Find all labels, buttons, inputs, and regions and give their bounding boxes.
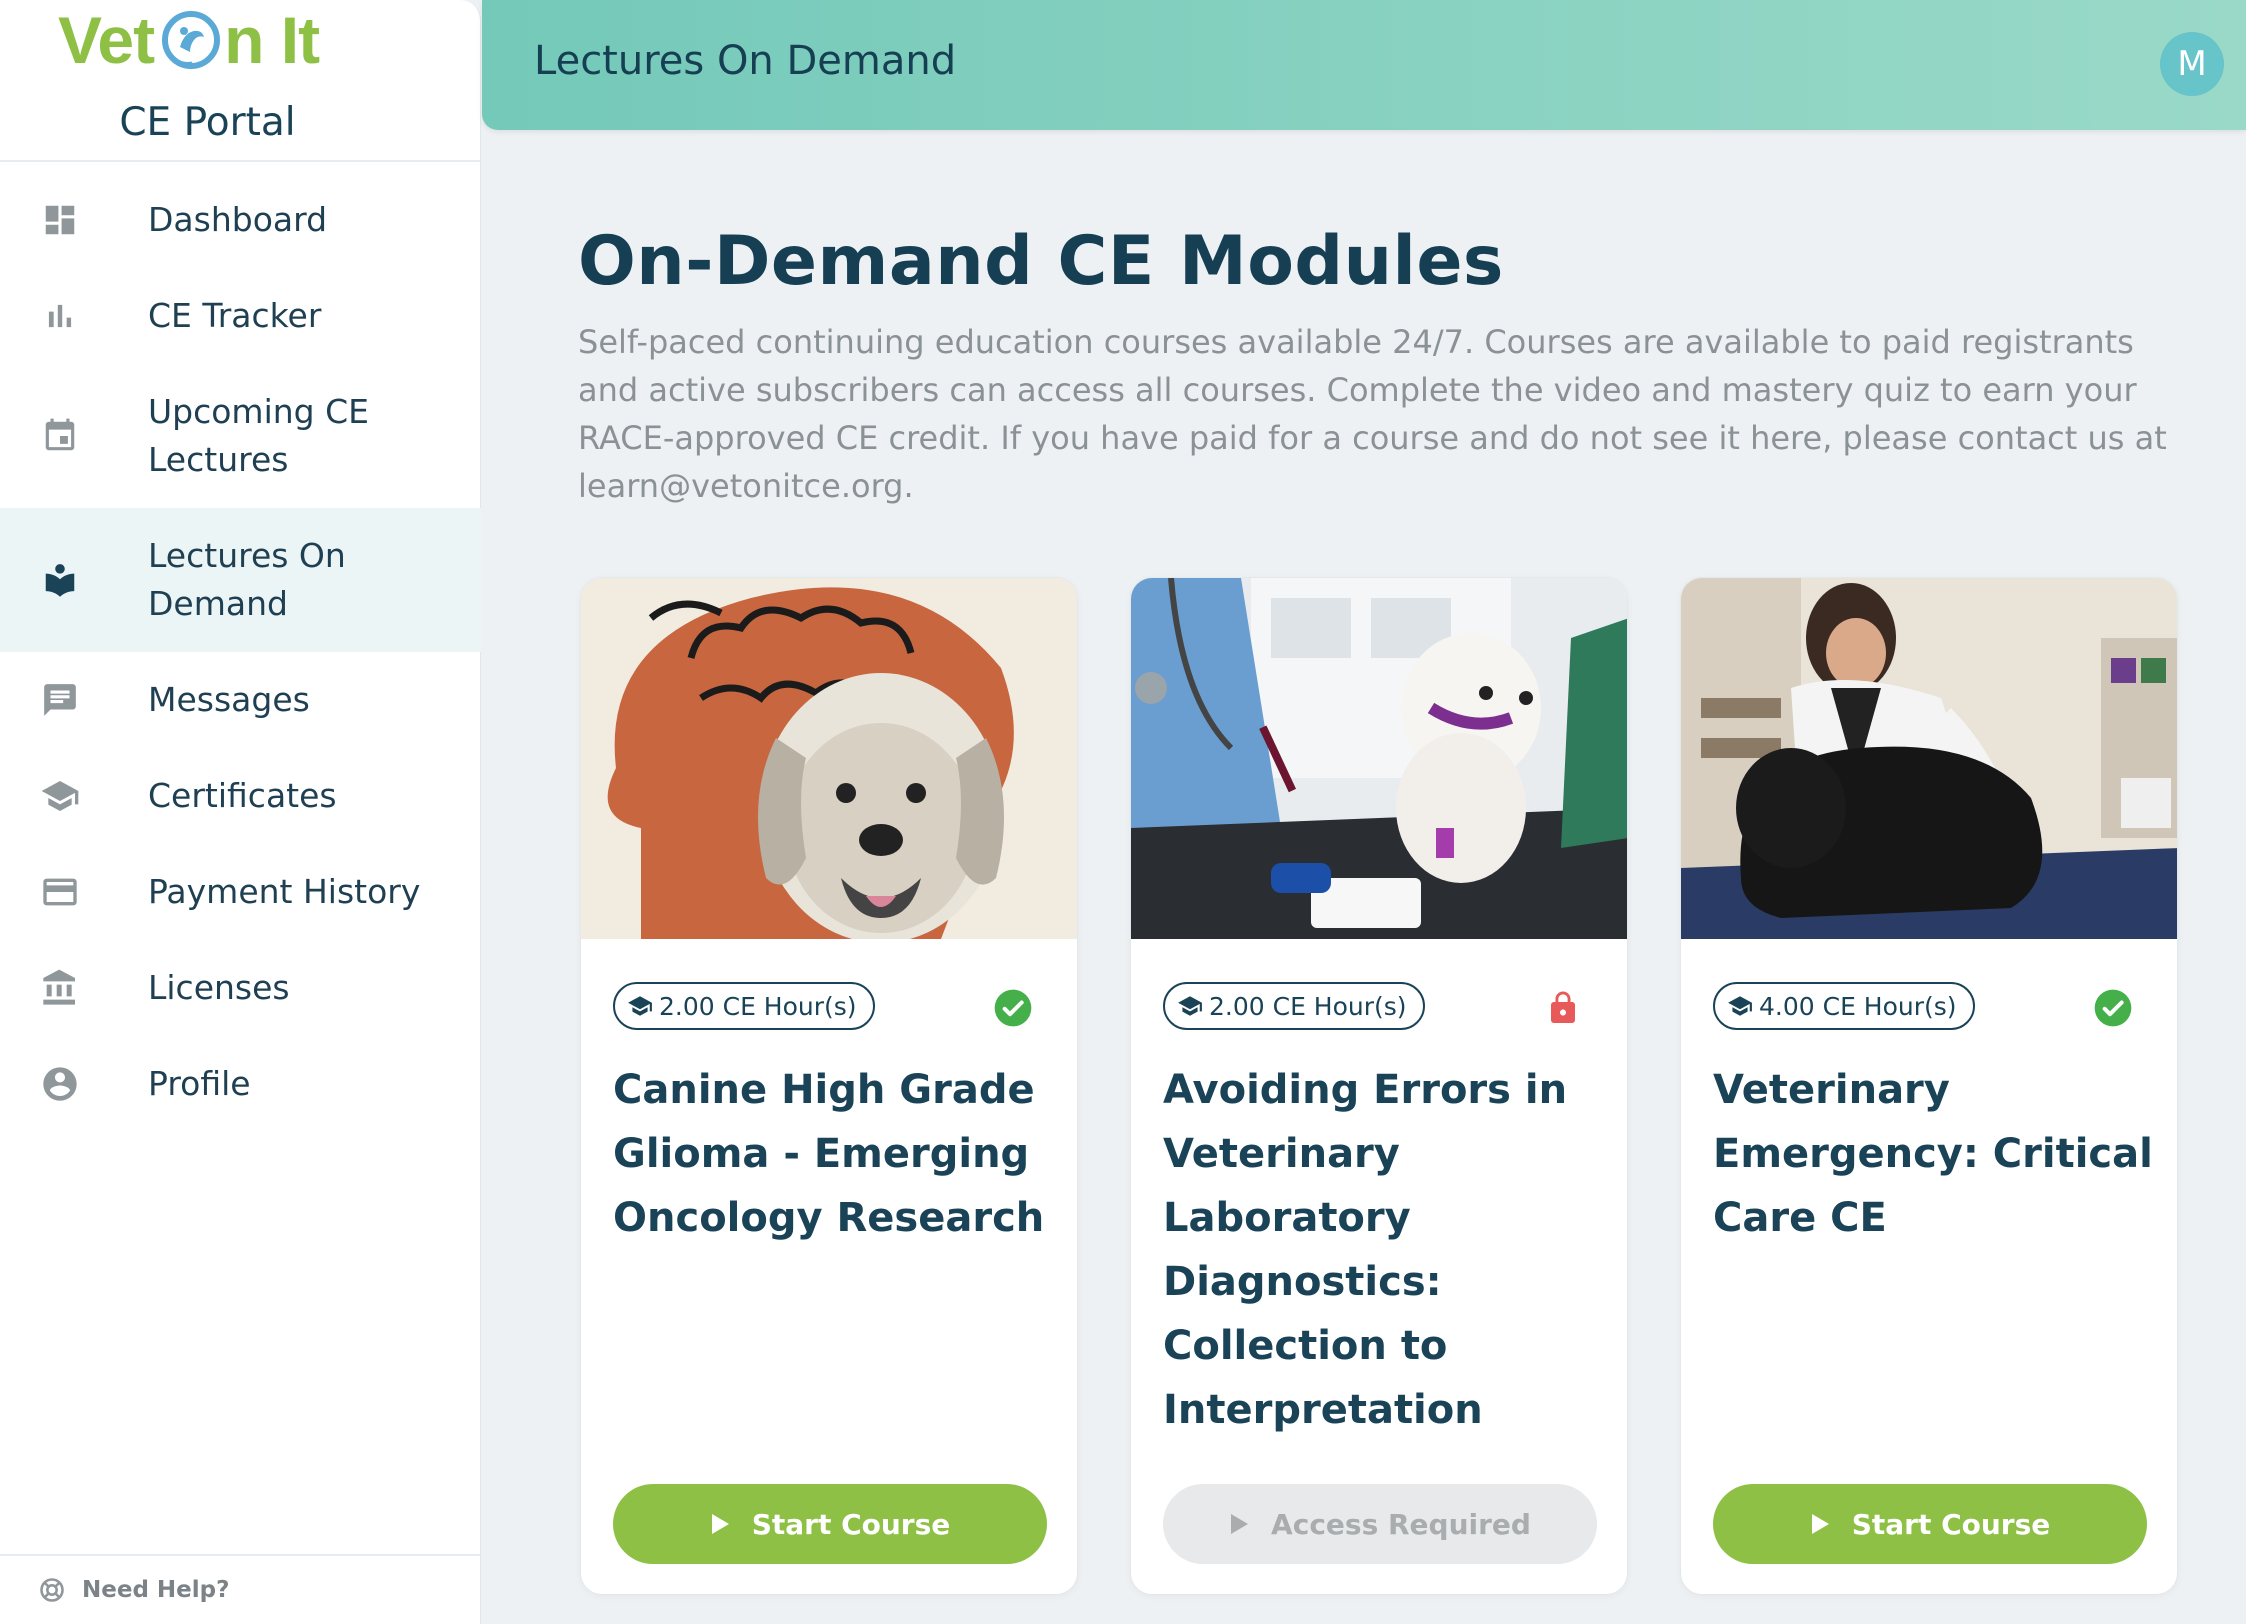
graduation-cap-icon — [40, 776, 80, 816]
sidebar-item-profile[interactable]: Profile — [0, 1036, 481, 1132]
sidebar-item-payment-history[interactable]: Payment History — [0, 844, 481, 940]
vet-on-it-logo[interactable]: Vet n It — [58, 2, 320, 78]
need-help-link[interactable]: Need Help? — [0, 1554, 480, 1624]
sidebar-item-label: Upcoming CE Lectures — [148, 392, 369, 479]
bar-chart-icon — [40, 296, 80, 336]
sidebar-item-label: Payment History — [148, 872, 421, 911]
sidebar-item-ce-tracker[interactable]: CE Tracker — [0, 268, 481, 364]
check-circle-icon — [2093, 988, 2133, 1028]
course-title: Veterinary Emergency: Critical Care CE — [1713, 1067, 2153, 1241]
sidebar-item-label: Profile — [148, 1064, 251, 1103]
account-circle-icon — [40, 1064, 80, 1104]
user-avatar[interactable]: M — [2160, 32, 2224, 96]
graduation-cap-icon — [1177, 993, 1203, 1019]
sidebar-item-messages[interactable]: Messages — [0, 652, 481, 748]
logo-text-left: Vet — [58, 3, 155, 77]
sidebar-item-label: Messages — [148, 680, 310, 719]
ce-hours-badge: 2.00 CE Hour(s) — [613, 982, 875, 1030]
course-card[interactable]: 2.00 CE Hour(s) Avoiding Errors in Veter… — [1130, 577, 1628, 1595]
sidebar-item-label: CE Tracker — [148, 296, 322, 335]
top-header: Lectures On Demand M — [482, 0, 2246, 130]
need-help-label: Need Help? — [82, 1577, 230, 1603]
play-icon — [1810, 1513, 1830, 1535]
paw-globe-icon — [160, 9, 222, 71]
calendar-icon — [40, 416, 80, 456]
lock-icon — [1543, 988, 1583, 1028]
course-card[interactable]: 4.00 CE Hour(s) Veterinary Emergency: Cr… — [1680, 577, 2178, 1595]
sidebar-item-label: Lectures On Demand — [148, 536, 346, 623]
brand-header: Vet n It CE Portal — [0, 0, 480, 162]
check-circle-icon — [993, 988, 1033, 1028]
ce-hours-label: 4.00 CE Hour(s) — [1759, 991, 1957, 1021]
start-course-button[interactable]: Start Course — [1713, 1484, 2147, 1564]
ce-hours-badge: 4.00 CE Hour(s) — [1713, 982, 1975, 1030]
sidebar-item-label: Dashboard — [148, 200, 328, 239]
start-course-label: Start Course — [1851, 1507, 2051, 1541]
course-thumbnail-glioma — [581, 578, 1077, 939]
access-required-label: Access Required — [1271, 1507, 1531, 1541]
start-course-button[interactable]: Start Course — [613, 1484, 1047, 1564]
start-course-label: Start Course — [751, 1507, 951, 1541]
graduation-cap-icon — [1727, 993, 1753, 1019]
reader-icon — [40, 560, 80, 600]
dashboard-icon — [40, 200, 80, 240]
message-icon — [40, 680, 80, 720]
graduation-cap-icon — [627, 993, 653, 1019]
course-card[interactable]: 2.00 CE Hour(s) Canine High Grade Glioma… — [580, 577, 1078, 1595]
course-title: Avoiding Errors in Veterinary Laboratory… — [1163, 1067, 1568, 1433]
portal-title: CE Portal — [119, 100, 296, 145]
page-header-title: Lectures On Demand — [534, 38, 957, 84]
page-title: On-Demand CE Modules — [578, 222, 1504, 301]
sidebar-item-upcoming-ce-lectures[interactable]: Upcoming CE Lectures — [0, 364, 481, 508]
sidebar-item-licenses[interactable]: Licenses — [0, 940, 481, 1036]
credit-card-icon — [40, 872, 80, 912]
sidebar-item-lectures-on-demand[interactable]: Lectures On Demand — [0, 508, 481, 652]
ce-hours-label: 2.00 CE Hour(s) — [1209, 991, 1407, 1021]
sidebar-item-certificates[interactable]: Certificates — [0, 748, 481, 844]
course-thumbnail-emergency-care — [1681, 578, 2177, 939]
sidebar: Vet n It CE Portal Dashboard CE Tracker … — [0, 0, 481, 1624]
sidebar-item-label: Certificates — [148, 776, 337, 815]
sidebar-item-dashboard[interactable]: Dashboard — [0, 172, 481, 268]
page-description: Self-paced continuing education courses … — [578, 323, 2167, 505]
play-icon — [710, 1513, 730, 1535]
course-thumbnail-lab-diagnostics — [1131, 578, 1627, 939]
ce-hours-label: 2.00 CE Hour(s) — [659, 991, 857, 1021]
logo-text-right: n It — [224, 3, 320, 77]
ce-hours-badge: 2.00 CE Hour(s) — [1163, 982, 1425, 1030]
institution-icon — [40, 968, 80, 1008]
lifebuoy-icon — [38, 1576, 66, 1604]
access-required-button[interactable]: Access Required — [1163, 1484, 1597, 1564]
play-icon — [1229, 1513, 1249, 1535]
sidebar-nav: Dashboard CE Tracker Upcoming CE Lecture… — [0, 172, 481, 1132]
sidebar-item-label: Licenses — [148, 968, 290, 1007]
course-title: Canine High Grade Glioma - Emerging Onco… — [613, 1067, 1045, 1241]
